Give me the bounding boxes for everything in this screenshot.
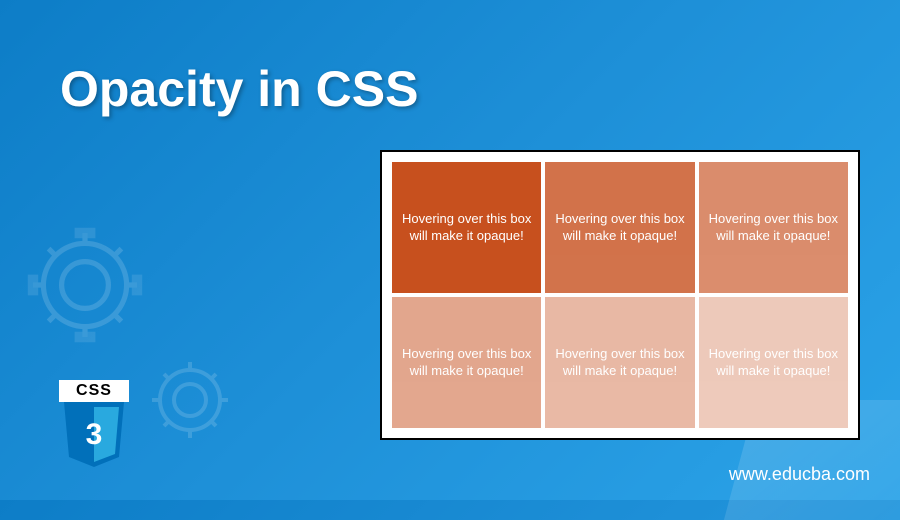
opacity-box[interactable]: Hovering over this box will make it opaq… (545, 162, 694, 293)
opacity-box[interactable]: Hovering over this box will make it opaq… (545, 297, 694, 428)
css3-shield-icon: 3 (59, 402, 129, 467)
opacity-grid: Hovering over this box will make it opaq… (392, 162, 848, 428)
opacity-box[interactable]: Hovering over this box will make it opaq… (392, 162, 541, 293)
opacity-demo-card: Hovering over this box will make it opaq… (380, 150, 860, 440)
page-title: Opacity in CSS (60, 60, 418, 118)
opacity-box[interactable]: Hovering over this box will make it opaq… (699, 297, 848, 428)
gear-icon (20, 220, 150, 350)
css3-label: CSS (59, 380, 129, 402)
site-url: www.educba.com (729, 464, 870, 485)
badge-number: 3 (86, 418, 103, 451)
opacity-box[interactable]: Hovering over this box will make it opaq… (392, 297, 541, 428)
gear-icon (140, 350, 240, 450)
css3-badge: CSS 3 (55, 380, 133, 470)
opacity-box[interactable]: Hovering over this box will make it opaq… (699, 162, 848, 293)
